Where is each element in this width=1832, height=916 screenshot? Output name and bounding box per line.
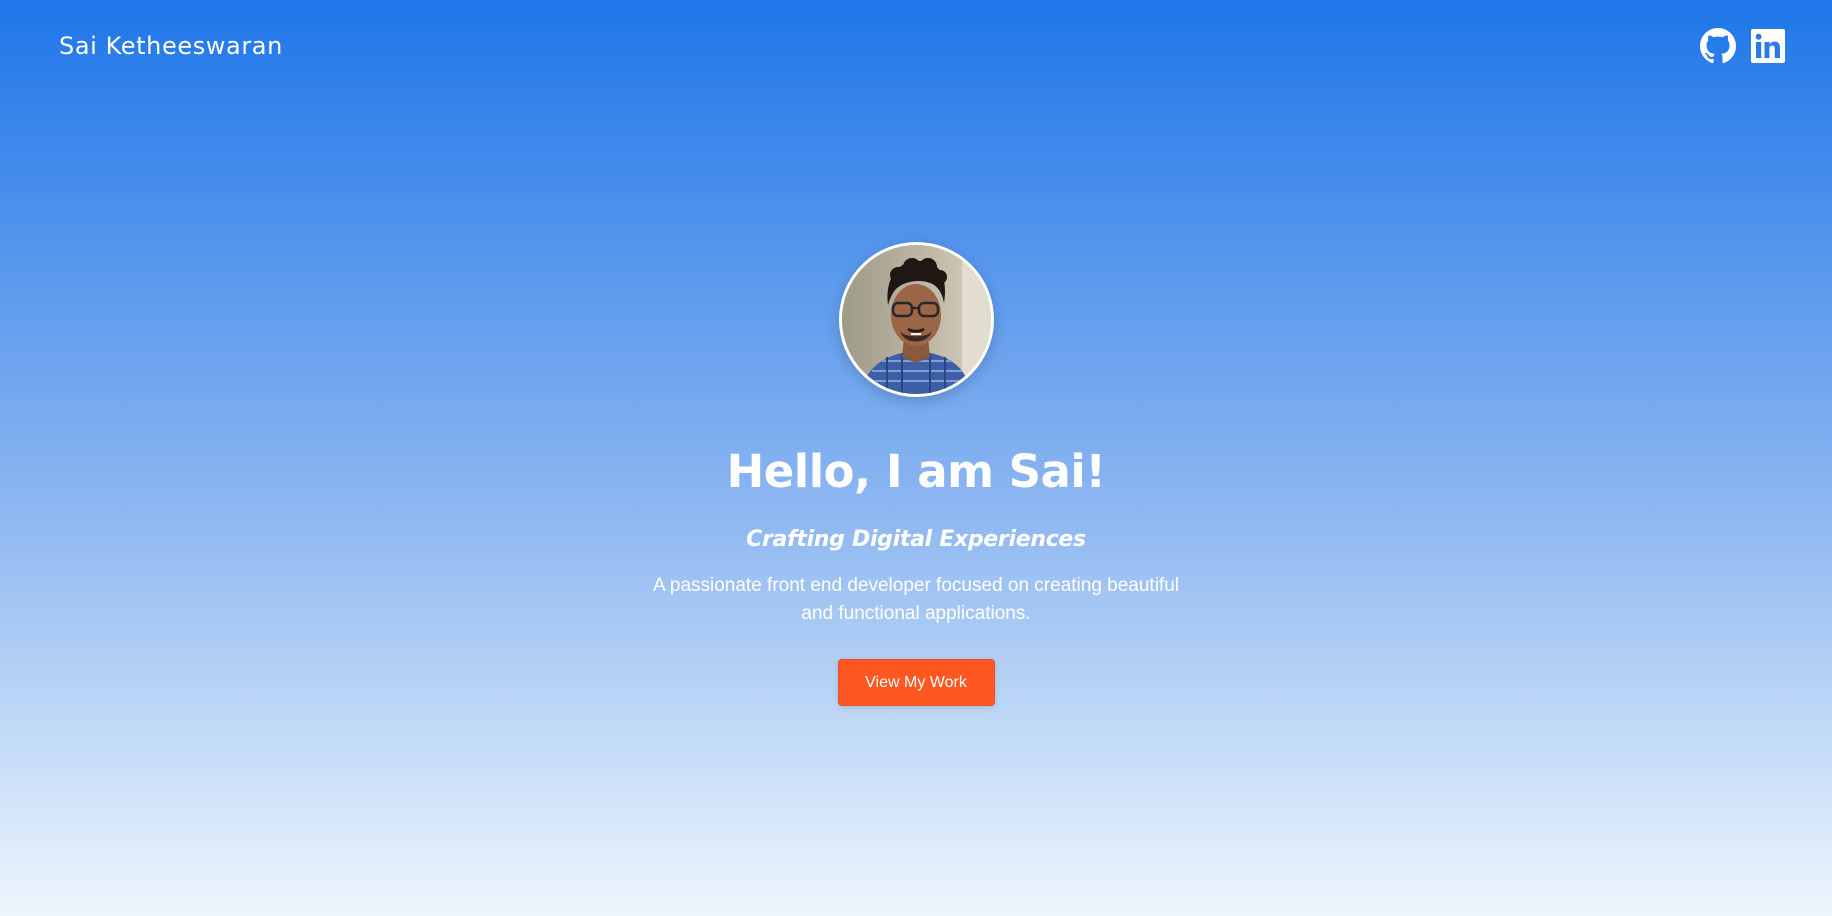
profile-photo (841, 245, 991, 394)
hero-section: Hello, I am Sai! Crafting Digital Experi… (0, 0, 1832, 706)
hero-description: A passionate front end developer focused… (652, 575, 1180, 624)
profile-avatar (838, 242, 994, 397)
view-my-work-button[interactable]: View My Work (837, 659, 995, 706)
hero-subtitle: Crafting Digital Experiences (746, 527, 1086, 552)
hero-title: Hello, I am Sai! (726, 445, 1106, 498)
